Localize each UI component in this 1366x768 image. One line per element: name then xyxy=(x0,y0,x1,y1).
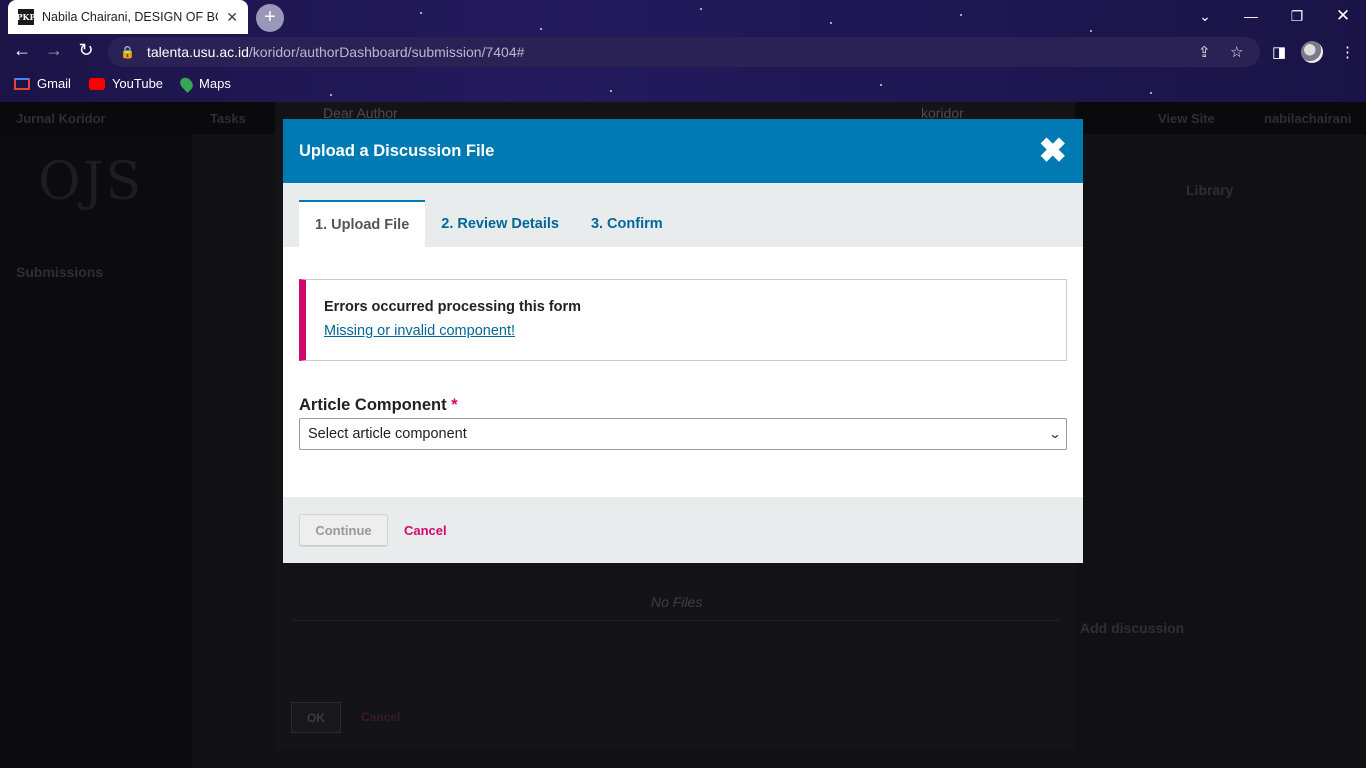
bookmark-gmail[interactable]: Gmail xyxy=(14,76,71,91)
tasks-link: Tasks xyxy=(210,111,246,126)
modal-footer: Continue Cancel xyxy=(283,497,1083,563)
profile-avatar[interactable] xyxy=(1301,41,1323,63)
lock-icon: 🔒 xyxy=(120,45,135,59)
menu-kebab-icon[interactable]: ⋮ xyxy=(1340,43,1355,61)
pkp-favicon-icon: PKP xyxy=(17,9,36,25)
select-value: Select article component xyxy=(308,426,467,442)
form-error-notice: Errors occurred processing this form Mis… xyxy=(299,279,1067,361)
close-icon[interactable]: ✖ xyxy=(1039,134,1068,168)
bookmarks-bar: Gmail YouTube Maps xyxy=(14,74,231,93)
bg-cancel-link: Cancel xyxy=(361,710,401,724)
sidebar-item-submissions: Submissions xyxy=(16,264,104,280)
tab-title: Nabila Chairani, DESIGN OF BOU xyxy=(42,10,219,24)
bookmark-youtube[interactable]: YouTube xyxy=(88,76,163,91)
site-name: Jurnal Koridor xyxy=(16,111,106,126)
share-icon[interactable]: ⇪ xyxy=(1198,43,1211,61)
library-link: Library xyxy=(1186,182,1234,198)
user-menu: nabilachairani xyxy=(1264,111,1352,126)
chevron-down-icon: ⌄ xyxy=(1048,427,1062,441)
add-discussion-heading: Add discussion xyxy=(1080,620,1185,636)
article-component-label: Article Component * xyxy=(299,396,458,414)
url-text: talenta.usu.ac.id/koridor/authorDashboar… xyxy=(146,44,525,60)
error-title: Errors occurred processing this form xyxy=(324,299,582,315)
reload-icon[interactable]: ↻ xyxy=(74,40,98,61)
view-site-link: View Site xyxy=(1158,111,1215,126)
cancel-button[interactable]: Cancel xyxy=(404,523,447,538)
new-tab-icon[interactable]: + xyxy=(256,4,284,32)
restore-icon[interactable]: ❐ xyxy=(1274,0,1320,32)
forward-icon[interactable]: → xyxy=(42,40,66,61)
youtube-icon xyxy=(88,77,105,90)
side-panel-icon[interactable]: ◨ xyxy=(1272,43,1286,61)
ok-button: OK xyxy=(291,702,341,733)
gmail-icon xyxy=(14,77,30,90)
tab-close-icon[interactable]: ✕ xyxy=(226,9,238,26)
tab-search-icon[interactable]: ⌄ xyxy=(1182,0,1228,32)
bookmark-star-icon[interactable]: ☆ xyxy=(1230,43,1243,61)
tab-review-details[interactable]: 2. Review Details xyxy=(425,200,575,247)
bookmark-maps[interactable]: Maps xyxy=(177,74,231,93)
tab-confirm[interactable]: 3. Confirm xyxy=(575,200,679,247)
continue-button[interactable]: Continue xyxy=(299,513,388,547)
modal-title: Upload a Discussion File xyxy=(299,141,495,160)
back-icon[interactable]: ← xyxy=(10,40,34,61)
minimize-icon[interactable]: — xyxy=(1228,0,1274,32)
wizard-tabs: 1. Upload File 2. Review Details 3. Conf… xyxy=(283,183,1083,247)
maps-pin-icon xyxy=(177,74,196,93)
sidebar xyxy=(0,134,192,768)
browser-tab[interactable]: PKP Nabila Chairani, DESIGN OF BOU ✕ xyxy=(8,0,248,34)
no-files-text: No Files xyxy=(651,594,703,610)
window-close-icon[interactable]: ✕ xyxy=(1320,0,1366,32)
modal-body: Errors occurred processing this form Mis… xyxy=(283,247,1083,497)
error-link[interactable]: Missing or invalid component! xyxy=(324,323,515,339)
browser-chrome: PKP Nabila Chairani, DESIGN OF BOU ✕ + ⌄… xyxy=(0,0,1366,102)
tab-upload-file[interactable]: 1. Upload File xyxy=(299,200,426,247)
modal-header: Upload a Discussion File ✖ xyxy=(283,119,1083,183)
address-bar[interactable]: 🔒 talenta.usu.ac.id/koridor/authorDashbo… xyxy=(108,37,1260,67)
article-component-select[interactable]: Select article component ⌄ xyxy=(299,418,1067,450)
upload-discussion-file-modal: Upload a Discussion File ✖ 1. Upload Fil… xyxy=(283,119,1083,563)
required-marker: * xyxy=(451,396,458,414)
ojs-logo: OJS xyxy=(38,152,144,212)
